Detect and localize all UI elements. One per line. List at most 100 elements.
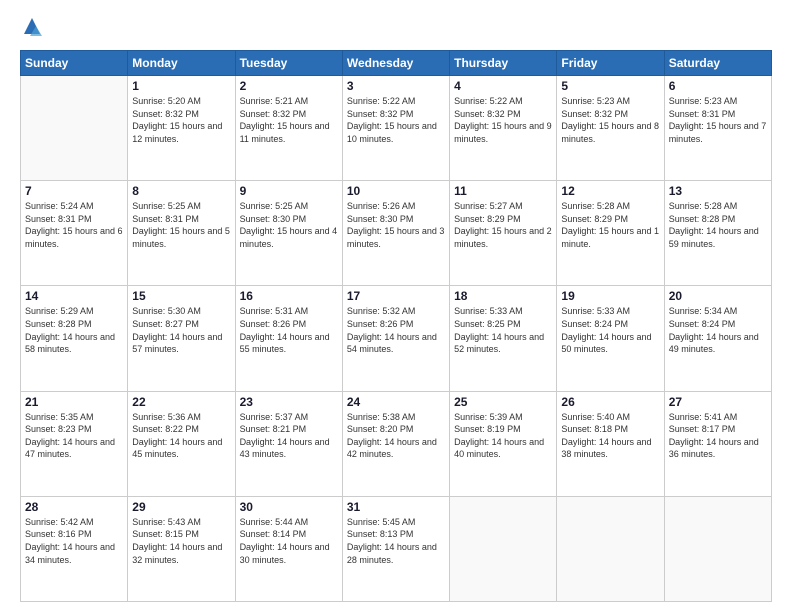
calendar-cell-13: 13 Sunrise: 5:28 AMSunset: 8:28 PMDayligh…	[664, 181, 771, 286]
day-info: Sunrise: 5:28 AMSunset: 8:29 PMDaylight:…	[561, 200, 659, 250]
day-info: Sunrise: 5:23 AMSunset: 8:31 PMDaylight:…	[669, 95, 767, 145]
calendar-header-row: SundayMondayTuesdayWednesdayThursdayFrid…	[21, 51, 772, 76]
day-info: Sunrise: 5:26 AMSunset: 8:30 PMDaylight:…	[347, 200, 445, 250]
day-number: 3	[347, 79, 445, 93]
calendar-cell-23: 23 Sunrise: 5:37 AMSunset: 8:21 PMDayligh…	[235, 391, 342, 496]
day-info: Sunrise: 5:38 AMSunset: 8:20 PMDaylight:…	[347, 411, 445, 461]
day-number: 15	[132, 289, 230, 303]
day-number: 30	[240, 500, 338, 514]
day-info: Sunrise: 5:33 AMSunset: 8:25 PMDaylight:…	[454, 305, 552, 355]
calendar-cell-27: 27 Sunrise: 5:41 AMSunset: 8:17 PMDayligh…	[664, 391, 771, 496]
day-info: Sunrise: 5:27 AMSunset: 8:29 PMDaylight:…	[454, 200, 552, 250]
calendar-cell-25: 25 Sunrise: 5:39 AMSunset: 8:19 PMDayligh…	[450, 391, 557, 496]
calendar-cell-8: 8 Sunrise: 5:25 AMSunset: 8:31 PMDaylight…	[128, 181, 235, 286]
calendar-header-friday: Friday	[557, 51, 664, 76]
day-info: Sunrise: 5:21 AMSunset: 8:32 PMDaylight:…	[240, 95, 338, 145]
calendar-week-3: 21 Sunrise: 5:35 AMSunset: 8:23 PMDayligh…	[21, 391, 772, 496]
calendar-cell-18: 18Sunrise: 5:33 AMSunset: 8:25 PMDayligh…	[450, 286, 557, 391]
day-info: Sunrise: 5:25 AMSunset: 8:30 PMDaylight:…	[240, 200, 338, 250]
day-info: Sunrise: 5:34 AMSunset: 8:24 PMDaylight:…	[669, 305, 767, 355]
calendar-cell-12: 12 Sunrise: 5:28 AMSunset: 8:29 PMDayligh…	[557, 181, 664, 286]
day-info: Sunrise: 5:39 AMSunset: 8:19 PMDaylight:…	[454, 411, 552, 461]
day-number: 22	[132, 395, 230, 409]
calendar-cell-26: 26 Sunrise: 5:40 AMSunset: 8:18 PMDayligh…	[557, 391, 664, 496]
calendar-cell-29: 29 Sunrise: 5:43 AMSunset: 8:15 PMDayligh…	[128, 496, 235, 601]
day-number: 9	[240, 184, 338, 198]
day-number: 27	[669, 395, 767, 409]
calendar-cell-6: 6 Sunrise: 5:23 AMSunset: 8:31 PMDaylight…	[664, 76, 771, 181]
calendar-week-0: 1 Sunrise: 5:20 AMSunset: 8:32 PMDaylight…	[21, 76, 772, 181]
calendar-week-4: 28 Sunrise: 5:42 AMSunset: 8:16 PMDayligh…	[21, 496, 772, 601]
calendar-cell-22: 22 Sunrise: 5:36 AMSunset: 8:22 PMDayligh…	[128, 391, 235, 496]
day-info: Sunrise: 5:41 AMSunset: 8:17 PMDaylight:…	[669, 411, 767, 461]
day-number: 11	[454, 184, 552, 198]
calendar-week-2: 14 Sunrise: 5:29 AMSunset: 8:28 PMDayligh…	[21, 286, 772, 391]
day-number: 16	[240, 289, 338, 303]
day-number: 21	[25, 395, 123, 409]
day-info: Sunrise: 5:44 AMSunset: 8:14 PMDaylight:…	[240, 516, 338, 566]
day-info: Sunrise: 5:36 AMSunset: 8:22 PMDaylight:…	[132, 411, 230, 461]
calendar-header-thursday: Thursday	[450, 51, 557, 76]
day-info: Sunrise: 5:24 AMSunset: 8:31 PMDaylight:…	[25, 200, 123, 250]
day-number: 12	[561, 184, 659, 198]
calendar-cell-14: 14 Sunrise: 5:29 AMSunset: 8:28 PMDayligh…	[21, 286, 128, 391]
calendar-cell-21: 21 Sunrise: 5:35 AMSunset: 8:23 PMDayligh…	[21, 391, 128, 496]
calendar-header-sunday: Sunday	[21, 51, 128, 76]
day-number: 23	[240, 395, 338, 409]
calendar-header-tuesday: Tuesday	[235, 51, 342, 76]
day-number: 4	[454, 79, 552, 93]
calendar-cell-3: 3 Sunrise: 5:22 AMSunset: 8:32 PMDaylight…	[342, 76, 449, 181]
calendar-cell-28: 28 Sunrise: 5:42 AMSunset: 8:16 PMDayligh…	[21, 496, 128, 601]
day-number: 26	[561, 395, 659, 409]
day-number: 8	[132, 184, 230, 198]
calendar-cell-17: 17 Sunrise: 5:32 AMSunset: 8:26 PMDayligh…	[342, 286, 449, 391]
day-info: Sunrise: 5:29 AMSunset: 8:28 PMDaylight:…	[25, 305, 123, 355]
calendar-cell-empty	[557, 496, 664, 601]
day-info: Sunrise: 5:28 AMSunset: 8:28 PMDaylight:…	[669, 200, 767, 250]
calendar-cell-9: 9 Sunrise: 5:25 AMSunset: 8:30 PMDaylight…	[235, 181, 342, 286]
calendar-cell-31: 31 Sunrise: 5:45 AMSunset: 8:13 PMDayligh…	[342, 496, 449, 601]
day-number: 25	[454, 395, 552, 409]
day-info: Sunrise: 5:45 AMSunset: 8:13 PMDaylight:…	[347, 516, 445, 566]
day-info: Sunrise: 5:32 AMSunset: 8:26 PMDaylight:…	[347, 305, 445, 355]
calendar-header-monday: Monday	[128, 51, 235, 76]
day-info: Sunrise: 5:37 AMSunset: 8:21 PMDaylight:…	[240, 411, 338, 461]
day-number: 14	[25, 289, 123, 303]
day-number: 17	[347, 289, 445, 303]
day-info: Sunrise: 5:20 AMSunset: 8:32 PMDaylight:…	[132, 95, 230, 145]
day-info: Sunrise: 5:22 AMSunset: 8:32 PMDaylight:…	[347, 95, 445, 145]
day-info: Sunrise: 5:25 AMSunset: 8:31 PMDaylight:…	[132, 200, 230, 250]
calendar-week-1: 7 Sunrise: 5:24 AMSunset: 8:31 PMDaylight…	[21, 181, 772, 286]
calendar-header-saturday: Saturday	[664, 51, 771, 76]
calendar-cell-2: 2 Sunrise: 5:21 AMSunset: 8:32 PMDaylight…	[235, 76, 342, 181]
day-info: Sunrise: 5:22 AMSunset: 8:32 PMDaylight:…	[454, 95, 552, 145]
calendar-cell-7: 7 Sunrise: 5:24 AMSunset: 8:31 PMDaylight…	[21, 181, 128, 286]
logo-icon	[20, 16, 44, 40]
day-number: 6	[669, 79, 767, 93]
calendar-cell-19: 19Sunrise: 5:33 AMSunset: 8:24 PMDayligh…	[557, 286, 664, 391]
calendar-cell-16: 16Sunrise: 5:31 AMSunset: 8:26 PMDayligh…	[235, 286, 342, 391]
calendar-cell-4: 4 Sunrise: 5:22 AMSunset: 8:32 PMDaylight…	[450, 76, 557, 181]
day-number: 28	[25, 500, 123, 514]
calendar-header-wednesday: Wednesday	[342, 51, 449, 76]
day-info: Sunrise: 5:43 AMSunset: 8:15 PMDaylight:…	[132, 516, 230, 566]
calendar-cell-11: 11 Sunrise: 5:27 AMSunset: 8:29 PMDayligh…	[450, 181, 557, 286]
day-info: Sunrise: 5:40 AMSunset: 8:18 PMDaylight:…	[561, 411, 659, 461]
day-number: 13	[669, 184, 767, 198]
day-info: Sunrise: 5:42 AMSunset: 8:16 PMDaylight:…	[25, 516, 123, 566]
logo	[20, 16, 48, 40]
calendar-cell-5: 5Sunrise: 5:23 AMSunset: 8:32 PMDaylight…	[557, 76, 664, 181]
calendar-cell-empty	[450, 496, 557, 601]
day-number: 10	[347, 184, 445, 198]
calendar-cell-empty	[664, 496, 771, 601]
calendar-cell-15: 15Sunrise: 5:30 AMSunset: 8:27 PMDayligh…	[128, 286, 235, 391]
day-number: 20	[669, 289, 767, 303]
day-number: 7	[25, 184, 123, 198]
day-number: 2	[240, 79, 338, 93]
day-number: 31	[347, 500, 445, 514]
calendar-cell-20: 20 Sunrise: 5:34 AMSunset: 8:24 PMDayligh…	[664, 286, 771, 391]
header	[20, 16, 772, 40]
day-number: 29	[132, 500, 230, 514]
day-number: 1	[132, 79, 230, 93]
day-info: Sunrise: 5:35 AMSunset: 8:23 PMDaylight:…	[25, 411, 123, 461]
